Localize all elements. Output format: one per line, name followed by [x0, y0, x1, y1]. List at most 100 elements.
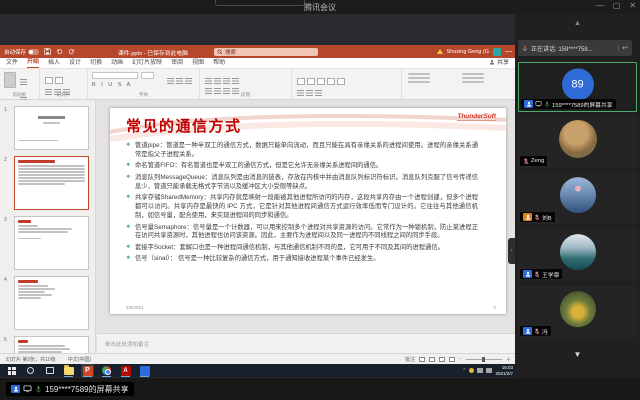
- chrome-icon: [102, 366, 111, 375]
- thumbnail-row: 3: [14, 216, 89, 270]
- thumbnail-slide-3[interactable]: [14, 216, 89, 270]
- slide-bullet-list: 管道pipe：管道是一种半双工的通信方式，数据只能单向流动，而且只能在具有亲缘关…: [126, 142, 478, 267]
- slide-canvas[interactable]: ThunderSoft 常见的通信方式 管道pipe：管道是一种半双工的通信方式…: [110, 108, 506, 314]
- account-avatar[interactable]: [493, 48, 501, 56]
- tab-animations[interactable]: 动画: [111, 57, 123, 68]
- sorter-view-icon[interactable]: [429, 357, 435, 362]
- meeting-bottombar: 159****7589的屏幕共享: [0, 378, 640, 400]
- chrome-button[interactable]: [100, 364, 113, 377]
- tab-file[interactable]: 文件: [6, 57, 18, 68]
- cortana-icon: [27, 367, 34, 374]
- collapse-down-arrow[interactable]: ▼: [515, 350, 640, 359]
- thumbnail-slide-2-selected[interactable]: [14, 156, 89, 210]
- share-button[interactable]: 共享: [489, 57, 509, 66]
- file-explorer-button[interactable]: [62, 364, 75, 377]
- zoom-in-icon[interactable]: ＋: [506, 356, 511, 363]
- tray-volume-icon[interactable]: [486, 368, 492, 373]
- paste-button[interactable]: [4, 72, 16, 88]
- task-view-icon: [46, 367, 54, 374]
- arrange-buttons[interactable]: [462, 73, 484, 83]
- participant-name: 冯: [542, 327, 548, 336]
- close-icon[interactable]: ✕: [629, 1, 636, 10]
- ppt-minimize-icon[interactable]: —: [505, 48, 512, 55]
- normal-view-icon[interactable]: [419, 357, 425, 362]
- undo-icon[interactable]: [56, 48, 63, 55]
- zoom-slider[interactable]: [466, 359, 502, 360]
- tray-network-icon[interactable]: [477, 368, 483, 373]
- tab-view[interactable]: 视图: [192, 57, 204, 68]
- sidebar-collapse-handle[interactable]: ‹: [508, 238, 515, 264]
- tray-status-icon[interactable]: [469, 368, 474, 373]
- participant-tile-sharer[interactable]: 89 159****7589的屏幕共享: [518, 62, 637, 112]
- start-button[interactable]: [5, 364, 18, 377]
- search-taskbar-button[interactable]: [24, 364, 37, 377]
- tray-expand-icon[interactable]: ⌃: [462, 368, 466, 374]
- back-arrow-icon[interactable]: ↩: [618, 44, 628, 52]
- member-badge-icon: [11, 385, 20, 393]
- task-view-button[interactable]: [43, 364, 56, 377]
- speaking-label: 正在讲话: 159****758...: [531, 44, 615, 53]
- tab-review[interactable]: 审阅: [171, 57, 183, 68]
- notes-toggle[interactable]: 批注: [405, 356, 415, 363]
- participant-name: 王学章: [542, 270, 559, 279]
- thumbnail-number: 1: [4, 107, 7, 113]
- participant-tile[interactable]: 冯: [518, 285, 637, 338]
- collapse-up-arrow[interactable]: ▲: [515, 20, 640, 27]
- thumbnail-number: 4: [4, 277, 7, 283]
- reading-view-icon[interactable]: [439, 357, 445, 362]
- search-input[interactable]: 搜索: [214, 48, 318, 56]
- tab-slideshow[interactable]: 幻灯片放映: [132, 57, 162, 68]
- account-name[interactable]: Shuxing Geng (G: [447, 49, 490, 55]
- windows-logo-icon: [8, 367, 16, 375]
- maximize-icon[interactable]: ▢: [613, 1, 621, 10]
- participant-label: 冯: [520, 326, 551, 336]
- font-size-select[interactable]: [141, 72, 154, 79]
- bullet-pipe: 管道pipe：管道是一种半双工的通信方式，数据只能单向流动，而且只能在具有亲缘关…: [126, 142, 478, 160]
- participant-tile[interactable]: Zeng: [518, 116, 637, 168]
- avatar: [560, 234, 596, 270]
- thumbnail-number: 2: [4, 157, 7, 163]
- notes-placeholder: 单击此处添加备注: [105, 340, 149, 348]
- tab-design[interactable]: 设计: [69, 57, 81, 68]
- tab-transitions[interactable]: 切换: [90, 57, 102, 68]
- thumbnail-slide-4[interactable]: [14, 276, 89, 330]
- thumbnail-slide-5[interactable]: [14, 336, 89, 353]
- slide-title: 常见的通信方式: [126, 115, 242, 136]
- powerpoint-icon: P: [83, 366, 93, 376]
- language-indicator[interactable]: 中文(中国): [68, 356, 91, 363]
- autosave-control[interactable]: 自动保存: [4, 48, 39, 56]
- participant-label: 159****7589的屏幕共享: [521, 99, 616, 109]
- tab-home[interactable]: 开始: [27, 56, 39, 68]
- taskbar-clock[interactable]: 16:03 2021/2/7: [495, 365, 513, 375]
- autosave-toggle[interactable]: [28, 49, 39, 55]
- font-grow-shrink[interactable]: [166, 72, 193, 90]
- sharing-status-chip: 159****7589的屏幕共享: [6, 382, 134, 396]
- mic-on-icon: [35, 385, 42, 394]
- participant-tile[interactable]: 刘B: [518, 172, 637, 224]
- font-name-select[interactable]: [92, 72, 138, 79]
- group-label-slides: 幻灯片: [40, 92, 87, 98]
- powerpoint-button[interactable]: P: [81, 364, 94, 377]
- tab-help[interactable]: 帮助: [213, 57, 225, 68]
- blue-app-button[interactable]: [138, 364, 151, 377]
- participant-tile[interactable]: 王学章: [518, 228, 637, 281]
- member-badge-icon: [523, 270, 532, 278]
- notes-pane[interactable]: 单击此处添加备注: [97, 333, 515, 353]
- thumbnail-row: 4: [14, 276, 89, 330]
- minimize-icon[interactable]: —: [596, 1, 604, 10]
- zoom-out-icon[interactable]: −: [459, 356, 462, 362]
- font-format-buttons[interactable]: B I U S A: [92, 82, 132, 88]
- thumbnail-slide-1[interactable]: [14, 106, 89, 150]
- search-icon: [217, 49, 223, 55]
- ribbon-tab-bar: 文件 开始 插入 设计 切换 动画 幻灯片放映 审阅 视图 帮助 共享: [0, 58, 515, 69]
- tab-insert[interactable]: 插入: [48, 57, 60, 68]
- slide-page-number: 2: [493, 305, 496, 310]
- slideshow-view-icon[interactable]: [449, 357, 455, 362]
- ppt-statusbar: 幻灯片 第2张，共10张 中文(中国) 批注 − ＋: [0, 353, 515, 364]
- redo-icon[interactable]: [68, 48, 75, 55]
- avatar: [560, 177, 596, 213]
- adobe-button[interactable]: A: [119, 364, 132, 377]
- save-icon[interactable]: [44, 48, 51, 55]
- speaking-mic-icon: [522, 45, 528, 52]
- editing-buttons[interactable]: [408, 73, 430, 83]
